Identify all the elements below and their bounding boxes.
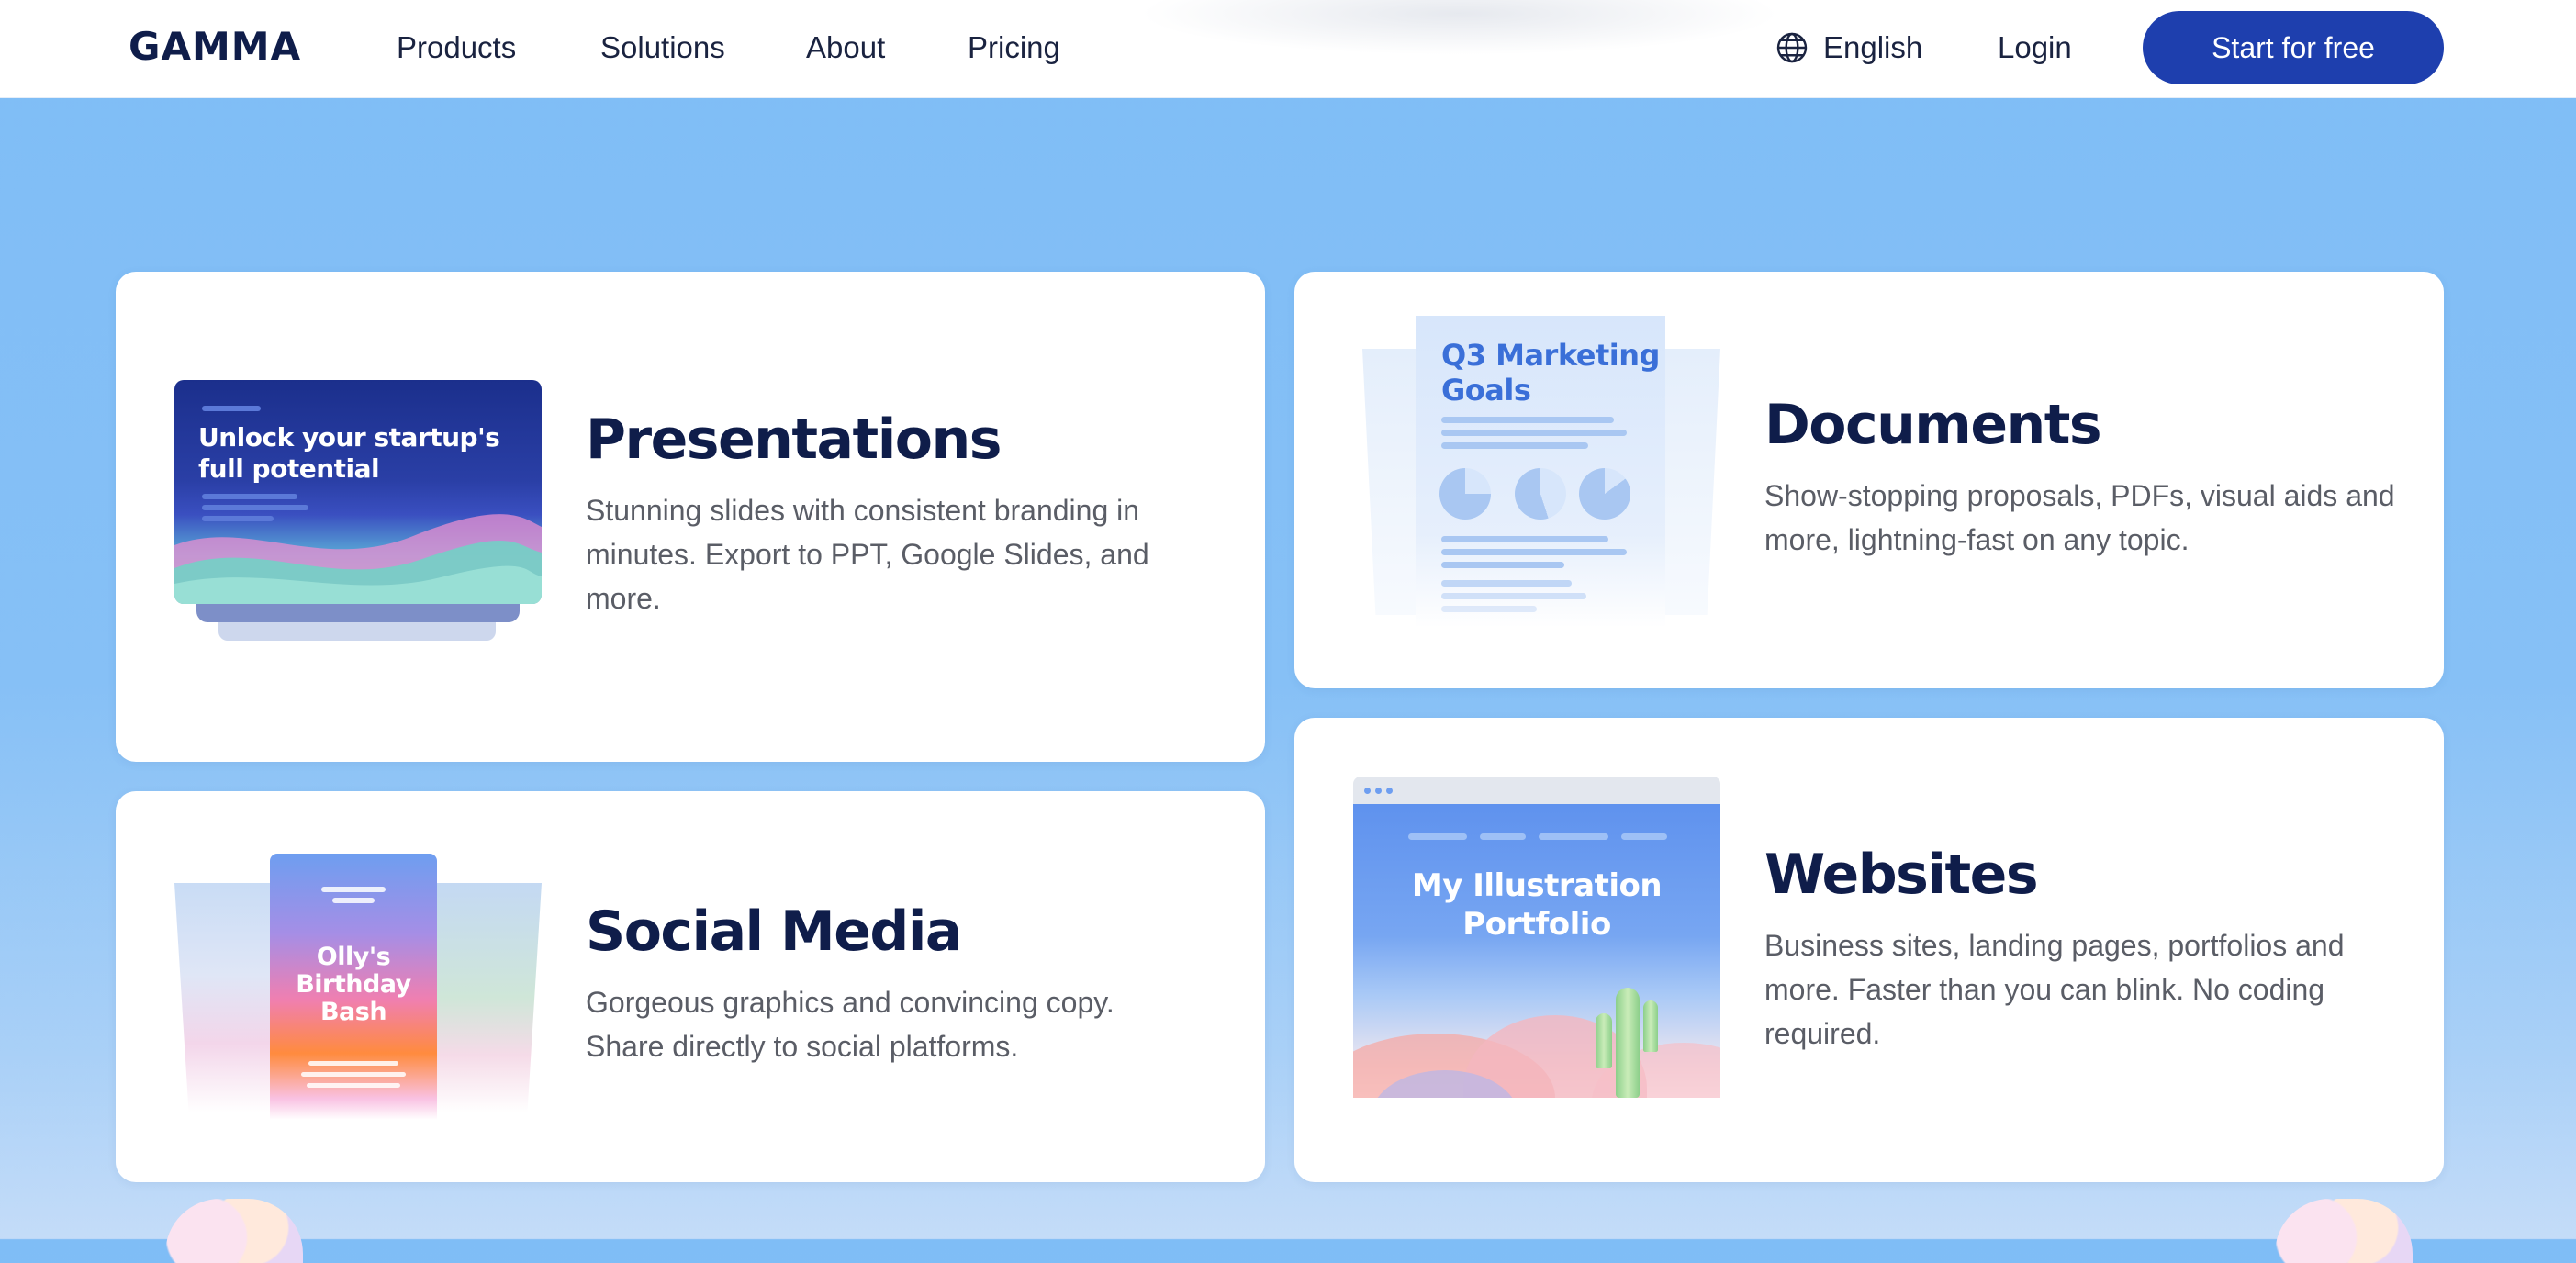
start-for-free-button[interactable]: Start for free: [2143, 11, 2444, 84]
login-link[interactable]: Login: [1998, 28, 2072, 68]
language-label: English: [1823, 30, 1923, 64]
nav-link-pricing[interactable]: Pricing: [968, 28, 1060, 68]
doc-line: [1441, 536, 1608, 542]
cactus-illustration: [1643, 1000, 1658, 1052]
browser-dot: [1375, 788, 1382, 794]
web-nav-bar: [1621, 833, 1667, 840]
card-title-social-media: Social Media: [586, 900, 962, 964]
globe-icon: [1776, 32, 1808, 63]
documents-thumbnail: Q3 Marketing Goals: [1362, 316, 1720, 628]
doc-line: [1441, 430, 1627, 436]
browser-dot: [1364, 788, 1371, 794]
presentations-thumbnail: Unlock your startup's full potential: [174, 380, 542, 655]
slide-preview: Unlock your startup's full potential: [174, 380, 542, 604]
website-preview-text: My Illustration Portfolio: [1411, 867, 1663, 943]
top-nav: GAMMA Products Solutions About Pricing E…: [0, 0, 2576, 98]
card-title-presentations: Presentations: [586, 408, 1002, 472]
website-preview: My Illustration Portfolio: [1353, 804, 1720, 1098]
doc-pie-chart: [1515, 468, 1566, 520]
card-title-websites: Websites: [1764, 843, 2039, 907]
doc-page-front: Q3 Marketing Goals: [1416, 316, 1665, 628]
social-bar: [301, 1072, 406, 1077]
browser-bar: [1353, 777, 1720, 804]
doc-pie-chart: [1439, 468, 1491, 520]
doc-line: [1441, 593, 1586, 599]
cloud-decoration: [165, 1199, 303, 1263]
web-nav-bar: [1480, 833, 1526, 840]
doc-line: [1441, 417, 1614, 423]
nav-link-solutions[interactable]: Solutions: [600, 28, 725, 68]
doc-line: [1441, 580, 1572, 587]
nav-decorative-glow: [1138, 0, 1781, 55]
cactus-illustration: [1596, 1013, 1612, 1068]
doc-line: [1441, 442, 1588, 449]
slide-preview-text: Unlock your startup's full potential: [198, 422, 500, 484]
doc-line: [1441, 606, 1537, 612]
social-card-front: Olly's Birthday Bash: [270, 854, 437, 1120]
social-bar: [321, 887, 386, 892]
cloud-decoration: [2275, 1199, 2413, 1263]
social-bar: [307, 1083, 400, 1088]
cactus-illustration: [1616, 988, 1640, 1098]
slide-bar: [202, 406, 261, 411]
language-selector[interactable]: English: [1775, 28, 1922, 68]
social-media-thumbnail: Olly's Birthday Bash: [174, 854, 542, 1120]
doc-preview-title: Q3 Marketing Goals: [1441, 338, 1660, 408]
doc-line: [1441, 562, 1564, 568]
social-preview-text: Olly's Birthday Bash: [296, 943, 411, 1026]
social-bar: [332, 898, 375, 903]
gamma-logo[interactable]: GAMMA: [129, 24, 301, 70]
card-desc-social-media: Gorgeous graphics and convincing copy. S…: [586, 986, 1114, 1063]
social-card-back-right: [422, 883, 542, 1112]
web-nav-bar: [1539, 833, 1608, 840]
web-nav-bar: [1408, 833, 1467, 840]
websites-thumbnail: My Illustration Portfolio: [1353, 777, 1720, 1098]
slide-wave-art: [174, 514, 542, 604]
card-desc-websites: Business sites, landing pages, portfolio…: [1764, 929, 2345, 1050]
card-desc-presentations: Stunning slides with consistent branding…: [586, 494, 1149, 615]
browser-dot: [1386, 788, 1393, 794]
social-bar: [308, 1061, 398, 1066]
doc-line: [1441, 549, 1627, 555]
doc-pie-chart: [1579, 468, 1630, 520]
nav-link-about[interactable]: About: [806, 28, 885, 68]
card-title-documents: Documents: [1764, 393, 2102, 457]
card-desc-documents: Show-stopping proposals, PDFs, visual ai…: [1764, 479, 2395, 556]
nav-link-products[interactable]: Products: [397, 28, 516, 68]
